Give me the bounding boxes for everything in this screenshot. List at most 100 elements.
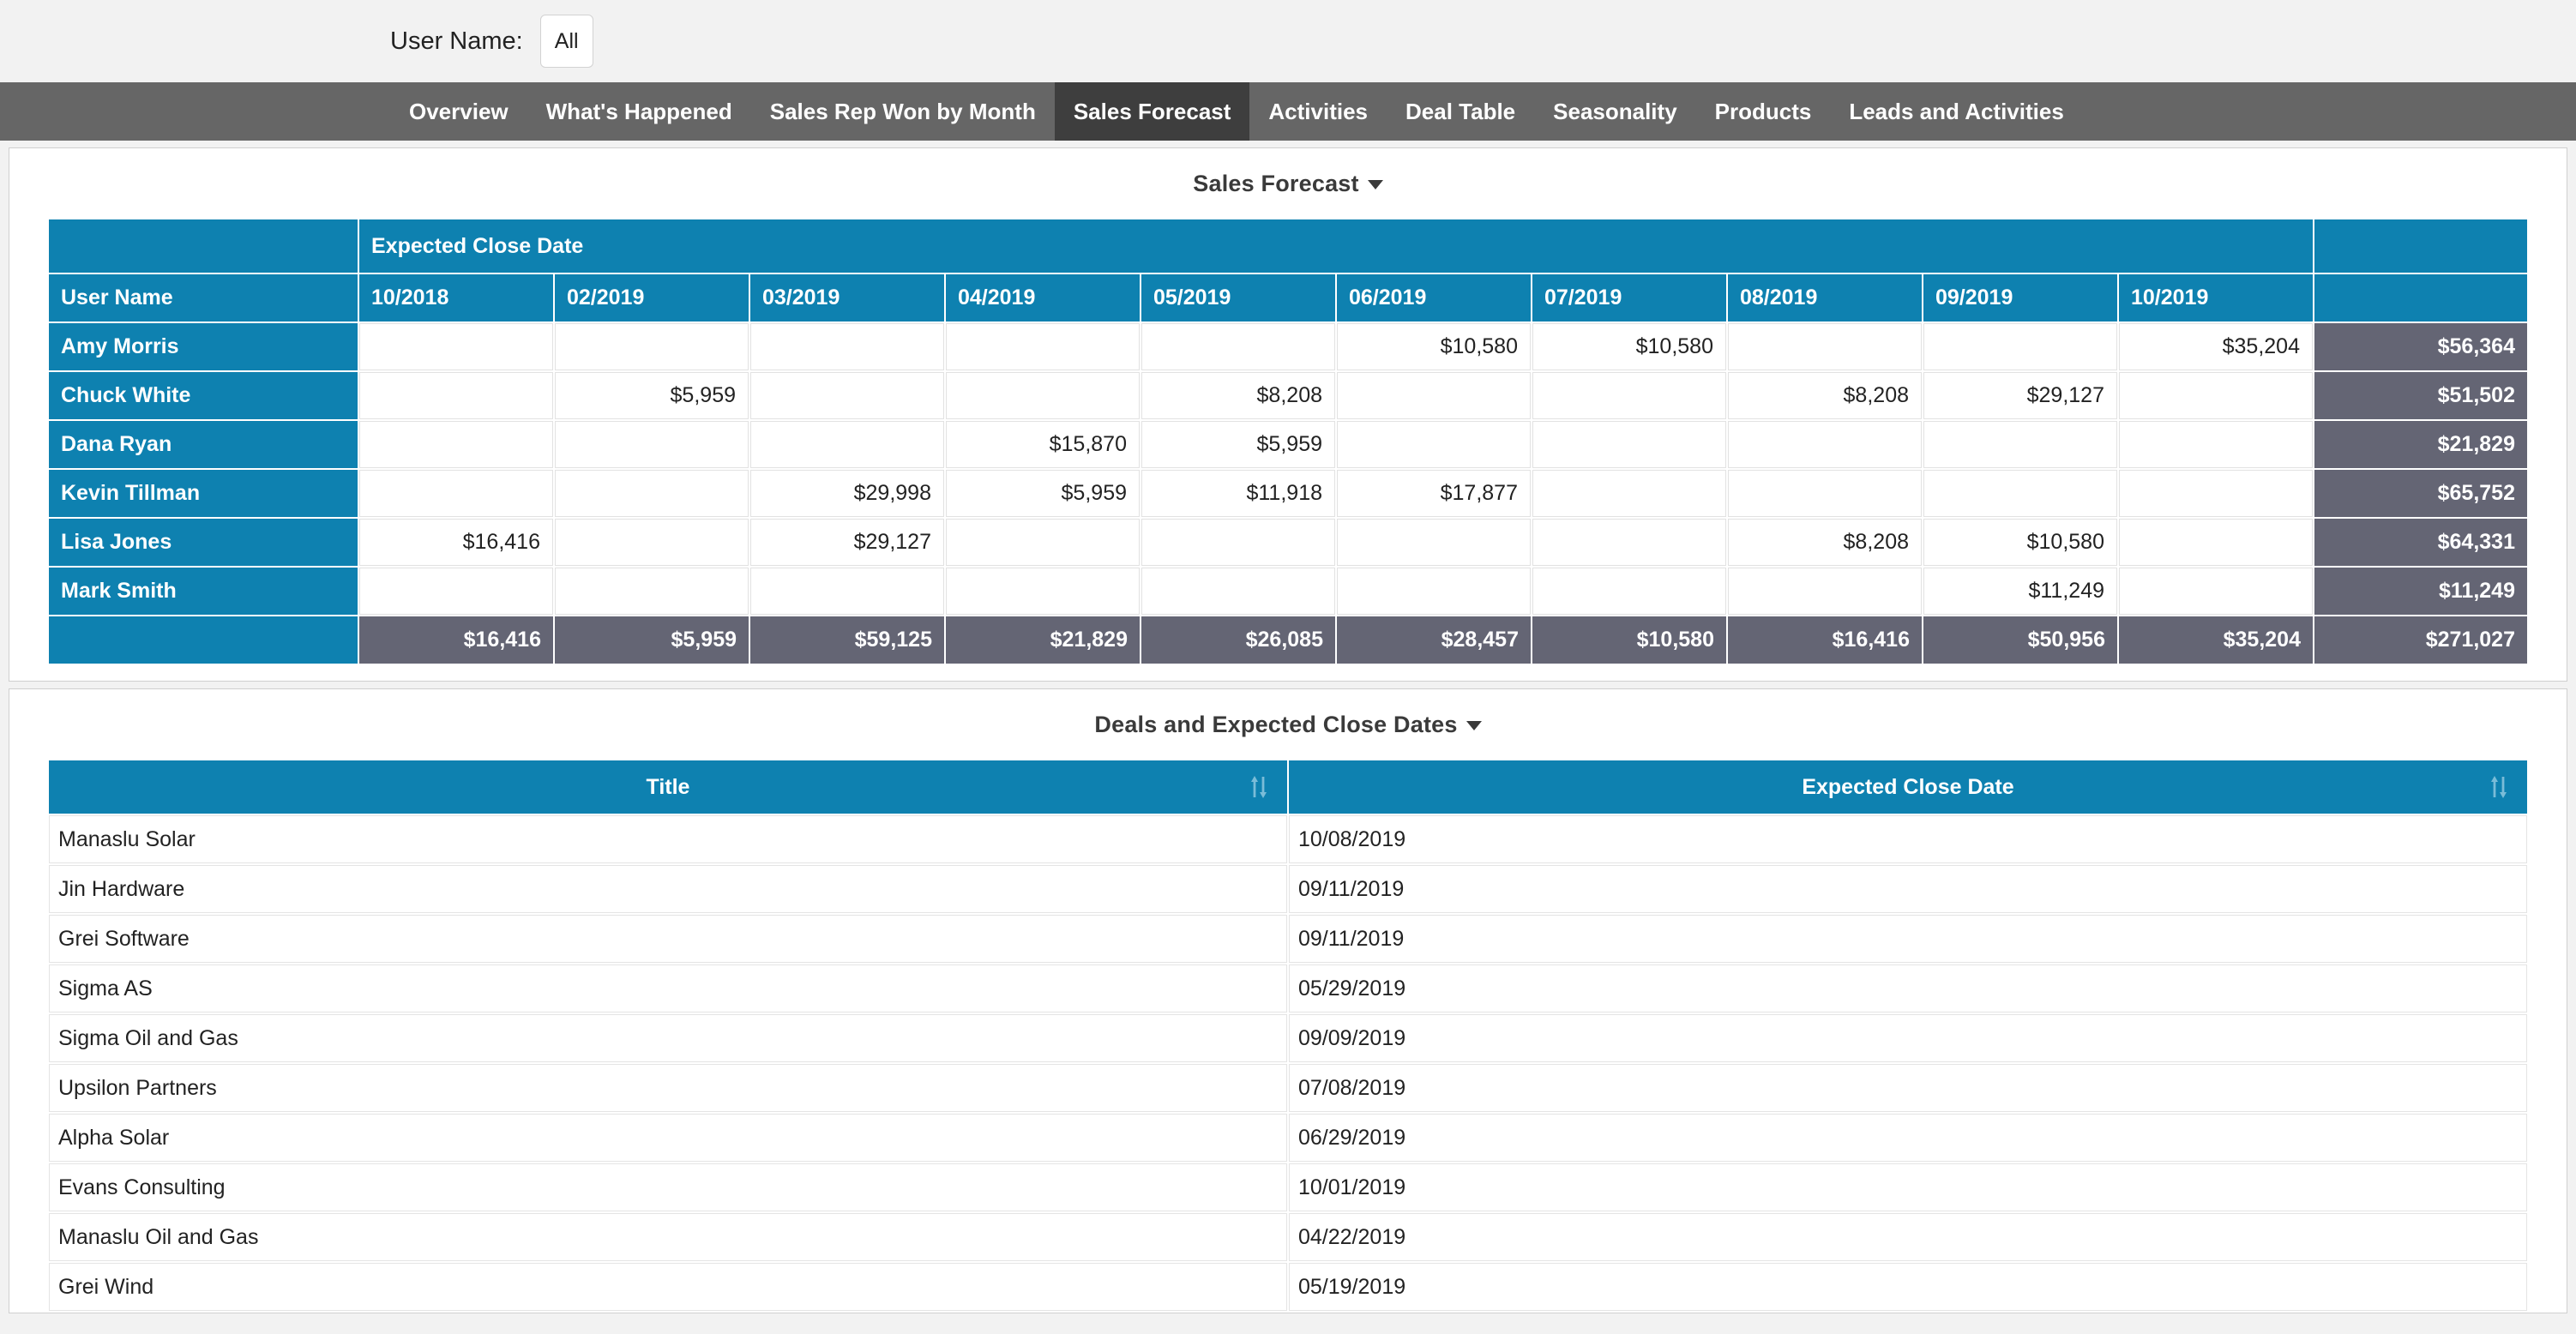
pivot-value-cell[interactable] — [946, 519, 1140, 566]
deal-title-cell[interactable]: Grei Software — [49, 915, 1287, 963]
pivot-column-header[interactable]: 05/2019 — [1141, 274, 1335, 321]
pivot-value-cell[interactable] — [1728, 323, 1922, 370]
pivot-value-cell[interactable] — [1141, 568, 1335, 615]
pivot-value-cell[interactable] — [1141, 519, 1335, 566]
pivot-value-cell[interactable] — [750, 323, 944, 370]
deal-title-cell[interactable]: Alpha Solar — [49, 1114, 1287, 1162]
pivot-value-cell[interactable] — [750, 421, 944, 468]
pivot-value-cell[interactable]: $29,127 — [750, 519, 944, 566]
deal-title-cell[interactable]: Evans Consulting — [49, 1163, 1287, 1211]
pivot-row-label[interactable]: Kevin Tillman — [49, 470, 358, 517]
pivot-value-cell[interactable] — [1337, 568, 1531, 615]
pivot-value-cell[interactable] — [555, 323, 749, 370]
pivot-value-cell[interactable] — [946, 323, 1140, 370]
pivot-value-cell[interactable] — [2119, 470, 2313, 517]
sales-forecast-title[interactable]: Sales Forecast — [9, 148, 2567, 218]
pivot-value-cell[interactable]: $16,416 — [359, 519, 553, 566]
pivot-value-cell[interactable] — [1532, 470, 1726, 517]
deals-column-header[interactable]: Expected Close Date — [1289, 760, 2527, 814]
table-row[interactable]: Alpha Solar06/29/2019 — [49, 1114, 2527, 1162]
pivot-value-cell[interactable] — [2119, 421, 2313, 468]
pivot-value-cell[interactable] — [1141, 323, 1335, 370]
pivot-value-cell[interactable] — [555, 421, 749, 468]
pivot-value-cell[interactable] — [359, 421, 553, 468]
deals-column-header[interactable]: Title — [49, 760, 1287, 814]
pivot-row-label[interactable]: Mark Smith — [49, 568, 358, 615]
pivot-value-cell[interactable]: $35,204 — [2119, 323, 2313, 370]
nav-item-activities[interactable]: Activities — [1249, 82, 1387, 141]
deals-title[interactable]: Deals and Expected Close Dates — [9, 689, 2567, 759]
pivot-value-cell[interactable] — [1532, 519, 1726, 566]
pivot-value-cell[interactable] — [1532, 372, 1726, 419]
deal-title-cell[interactable]: Jin Hardware — [49, 865, 1287, 913]
pivot-value-cell[interactable]: $5,959 — [1141, 421, 1335, 468]
pivot-value-cell[interactable]: $5,959 — [555, 372, 749, 419]
pivot-value-cell[interactable] — [555, 519, 749, 566]
pivot-value-cell[interactable] — [359, 372, 553, 419]
pivot-value-cell[interactable]: $8,208 — [1728, 372, 1922, 419]
user-name-filter-select[interactable]: All — [540, 15, 593, 68]
table-row[interactable]: Manaslu Oil and Gas04/22/2019 — [49, 1213, 2527, 1261]
pivot-value-cell[interactable] — [1923, 421, 2117, 468]
pivot-value-cell[interactable]: $8,208 — [1141, 372, 1335, 419]
nav-item-sales-rep-won-by-month[interactable]: Sales Rep Won by Month — [751, 82, 1055, 141]
pivot-value-cell[interactable]: $10,580 — [1337, 323, 1531, 370]
deal-close-date-cell[interactable]: 10/01/2019 — [1289, 1163, 2527, 1211]
deal-close-date-cell[interactable]: 04/22/2019 — [1289, 1213, 2527, 1261]
pivot-value-cell[interactable] — [1728, 568, 1922, 615]
pivot-value-cell[interactable] — [946, 372, 1140, 419]
pivot-value-cell[interactable] — [359, 568, 553, 615]
nav-item-sales-forecast[interactable]: Sales Forecast — [1055, 82, 1250, 141]
nav-item-products[interactable]: Products — [1696, 82, 1831, 141]
pivot-value-cell[interactable] — [1923, 470, 2117, 517]
pivot-value-cell[interactable]: $10,580 — [1532, 323, 1726, 370]
nav-item-what-s-happened[interactable]: What's Happened — [527, 82, 751, 141]
pivot-value-cell[interactable]: $29,998 — [750, 470, 944, 517]
table-row[interactable]: Sigma Oil and Gas09/09/2019 — [49, 1014, 2527, 1062]
pivot-row-label[interactable]: Dana Ryan — [49, 421, 358, 468]
pivot-value-cell[interactable]: $8,208 — [1728, 519, 1922, 566]
nav-item-overview[interactable]: Overview — [390, 82, 527, 141]
chevron-down-icon[interactable] — [1368, 180, 1383, 189]
deal-title-cell[interactable]: Manaslu Solar — [49, 815, 1287, 863]
pivot-value-cell[interactable]: $11,918 — [1141, 470, 1335, 517]
pivot-value-cell[interactable]: $29,127 — [1923, 372, 2117, 419]
pivot-value-cell[interactable] — [1728, 421, 1922, 468]
pivot-value-cell[interactable] — [1337, 421, 1531, 468]
deal-title-cell[interactable]: Upsilon Partners — [49, 1064, 1287, 1112]
pivot-value-cell[interactable] — [946, 568, 1140, 615]
deal-title-cell[interactable]: Manaslu Oil and Gas — [49, 1213, 1287, 1261]
pivot-column-header[interactable]: 07/2019 — [1532, 274, 1726, 321]
pivot-value-cell[interactable] — [2119, 568, 2313, 615]
pivot-column-header[interactable]: 03/2019 — [750, 274, 944, 321]
table-row[interactable]: Manaslu Solar10/08/2019 — [49, 815, 2527, 863]
deal-title-cell[interactable]: Grei Wind — [49, 1263, 1287, 1311]
pivot-value-cell[interactable] — [1728, 470, 1922, 517]
pivot-value-cell[interactable]: $11,249 — [1923, 568, 2117, 615]
pivot-column-header[interactable]: 10/2019 — [2119, 274, 2313, 321]
pivot-value-cell[interactable] — [1337, 519, 1531, 566]
pivot-row-label[interactable]: Lisa Jones — [49, 519, 358, 566]
pivot-value-cell[interactable] — [750, 568, 944, 615]
deal-close-date-cell[interactable]: 07/08/2019 — [1289, 1064, 2527, 1112]
deal-title-cell[interactable]: Sigma Oil and Gas — [49, 1014, 1287, 1062]
pivot-value-cell[interactable] — [555, 568, 749, 615]
table-row[interactable]: Evans Consulting10/01/2019 — [49, 1163, 2527, 1211]
pivot-row-label[interactable]: Chuck White — [49, 372, 358, 419]
chevron-down-icon[interactable] — [1466, 721, 1482, 730]
pivot-value-cell[interactable] — [750, 372, 944, 419]
deal-close-date-cell[interactable]: 09/11/2019 — [1289, 865, 2527, 913]
nav-item-seasonality[interactable]: Seasonality — [1534, 82, 1696, 141]
table-row[interactable]: Sigma AS05/29/2019 — [49, 964, 2527, 1013]
pivot-value-cell[interactable]: $5,959 — [946, 470, 1140, 517]
table-row[interactable]: Jin Hardware09/11/2019 — [49, 865, 2527, 913]
pivot-value-cell[interactable] — [2119, 372, 2313, 419]
sort-updown-icon[interactable] — [1249, 774, 1268, 800]
pivot-row-label[interactable]: Amy Morris — [49, 323, 358, 370]
deal-close-date-cell[interactable]: 10/08/2019 — [1289, 815, 2527, 863]
pivot-value-cell[interactable] — [359, 470, 553, 517]
nav-item-leads-and-activities[interactable]: Leads and Activities — [1830, 82, 2082, 141]
pivot-column-header[interactable]: 02/2019 — [555, 274, 749, 321]
deal-close-date-cell[interactable]: 09/11/2019 — [1289, 915, 2527, 963]
pivot-column-header[interactable]: 06/2019 — [1337, 274, 1531, 321]
